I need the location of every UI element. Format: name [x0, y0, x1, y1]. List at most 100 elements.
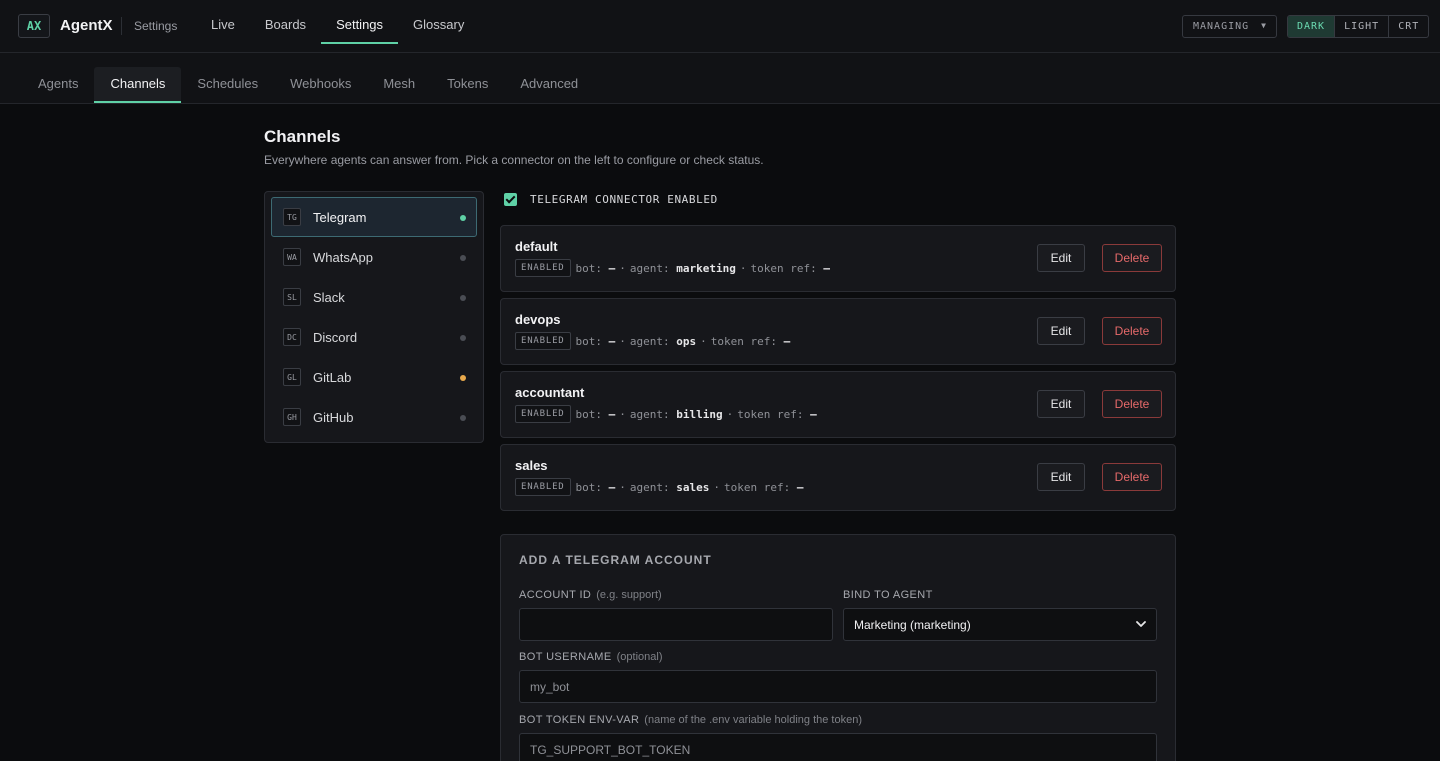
tab-channels[interactable]: Channels [94, 67, 182, 103]
agent-label: agent: [629, 480, 670, 494]
tab-webhooks[interactable]: Webhooks [274, 67, 367, 103]
bot-label: bot: [575, 334, 603, 348]
connector-name: Discord [313, 329, 358, 345]
agent-value: sales [676, 480, 710, 494]
top-nav: Live Boards Settings Glossary [196, 0, 479, 44]
add-account-form: ADD A TELEGRAM ACCOUNT ACCOUNT ID (e.g. s… [500, 534, 1176, 761]
managing-dropdown[interactable]: MANAGING ▼ [1182, 15, 1277, 38]
app-name[interactable]: AgentX [60, 17, 113, 34]
connector-name: Telegram [313, 209, 367, 225]
status-dot-icon [460, 415, 466, 421]
theme-dark-button[interactable]: DARK [1288, 16, 1335, 37]
token-value: — [810, 407, 817, 421]
connector-discord[interactable]: DC Discord [271, 317, 477, 357]
status-badge: ENABLED [515, 259, 571, 277]
page-description: Everywhere agents can answer from. Pick … [264, 153, 764, 167]
theme-crt-button[interactable]: CRT [1388, 16, 1428, 37]
edit-button[interactable]: Edit [1037, 317, 1085, 345]
agent-label: agent: [629, 334, 670, 348]
connector-code-badge: SL [283, 288, 301, 306]
field-hint: (e.g. support) [596, 589, 662, 601]
delete-button[interactable]: Delete [1102, 463, 1162, 491]
nav-settings[interactable]: Settings [321, 0, 399, 44]
form-title: ADD A TELEGRAM ACCOUNT [519, 553, 712, 567]
divider [121, 17, 122, 35]
separator: · [713, 480, 721, 494]
separator: · [619, 261, 626, 275]
tab-tokens[interactable]: Tokens [431, 67, 504, 103]
app-section: Settings [134, 19, 178, 33]
tab-mesh[interactable]: Mesh [367, 67, 431, 103]
chevron-down-icon [1136, 621, 1146, 627]
connector-enabled-checkbox[interactable] [504, 193, 517, 206]
connector-name: GitLab [313, 369, 352, 385]
connector-whatsapp[interactable]: WA WhatsApp [271, 237, 477, 277]
status-dot-icon [460, 375, 466, 381]
field-hint: (optional) [616, 651, 663, 663]
connector-list: TG Telegram WA WhatsApp SL Slack DC Disc… [264, 191, 484, 443]
bot-value: — [608, 334, 616, 348]
delete-button[interactable]: Delete [1102, 317, 1162, 345]
connector-name: Slack [313, 289, 345, 305]
connector-gitlab[interactable]: GL GitLab [271, 357, 477, 397]
connector-code-badge: TG [283, 208, 301, 226]
delete-button[interactable]: Delete [1102, 244, 1162, 272]
connector-name: WhatsApp [313, 249, 373, 265]
connector-name: GitHub [313, 409, 354, 425]
status-badge: ENABLED [515, 478, 571, 496]
status-dot-icon [460, 215, 466, 221]
account-meta: ENABLED bot: — · agent: marketing · token … [515, 259, 830, 277]
agent-value: marketing [676, 261, 736, 275]
connector-slack[interactable]: SL Slack [271, 277, 477, 317]
bot-label: bot: [575, 407, 603, 421]
account-card: accountant ENABLED bot: — · agent: billin… [500, 371, 1176, 438]
separator: · [619, 480, 626, 494]
account-card: default ENABLED bot: — · agent: marketing… [500, 225, 1176, 292]
account-meta: ENABLED bot: — · agent: ops · token ref: — [515, 332, 790, 350]
nav-glossary[interactable]: Glossary [398, 0, 479, 44]
token-label: token ref: [724, 480, 791, 494]
separator: · [700, 334, 707, 348]
theme-switcher: DARK LIGHT CRT [1287, 15, 1430, 38]
connector-enabled-label: TELEGRAM CONNECTOR ENABLED [530, 193, 718, 206]
nav-live[interactable]: Live [196, 0, 250, 44]
bind-agent-select[interactable]: Marketing (marketing) [843, 608, 1157, 641]
field-label-text: BOT TOKEN ENV-VAR [519, 714, 640, 726]
account-id-label: ACCOUNT ID (e.g. support) [519, 589, 662, 601]
theme-light-button[interactable]: LIGHT [1334, 16, 1388, 37]
separator: · [726, 407, 734, 421]
top-bar: AX AgentX Settings Live Boards Settings … [0, 0, 1440, 53]
account-card: sales ENABLED bot: — · agent: sales · toke… [500, 444, 1176, 511]
account-id-input[interactable] [519, 608, 833, 641]
separator: · [619, 407, 626, 421]
token-value: — [823, 261, 830, 275]
agent-label: agent: [629, 261, 670, 275]
delete-button[interactable]: Delete [1102, 390, 1162, 418]
bot-label: bot: [575, 261, 603, 275]
account-name: devops [515, 312, 561, 327]
bot-username-input[interactable]: my_bot [519, 670, 1157, 703]
tab-advanced[interactable]: Advanced [504, 67, 594, 103]
nav-boards[interactable]: Boards [250, 0, 321, 44]
status-dot-icon [460, 335, 466, 341]
token-label: token ref: [710, 334, 778, 348]
connector-code-badge: DC [283, 328, 301, 346]
agent-label: agent: [629, 407, 670, 421]
edit-button[interactable]: Edit [1037, 463, 1085, 491]
bot-username-label: BOT USERNAME (optional) [519, 651, 662, 663]
account-card: devops ENABLED bot: — · agent: ops · token… [500, 298, 1176, 365]
tab-schedules[interactable]: Schedules [181, 67, 274, 103]
token-value: — [796, 480, 804, 494]
connector-code-badge: WA [283, 248, 301, 266]
status-dot-icon [460, 255, 466, 261]
edit-button[interactable]: Edit [1037, 244, 1085, 272]
app-logo[interactable]: AX [18, 14, 50, 38]
bot-token-input[interactable]: TG_SUPPORT_BOT_TOKEN [519, 733, 1157, 761]
connector-github[interactable]: GH GitHub [271, 397, 477, 437]
bind-agent-label: BIND TO AGENT [843, 589, 933, 601]
tab-agents[interactable]: Agents [22, 67, 94, 103]
separator: · [739, 261, 747, 275]
edit-button[interactable]: Edit [1037, 390, 1085, 418]
connector-code-badge: GL [283, 368, 301, 386]
connector-telegram[interactable]: TG Telegram [271, 197, 477, 237]
